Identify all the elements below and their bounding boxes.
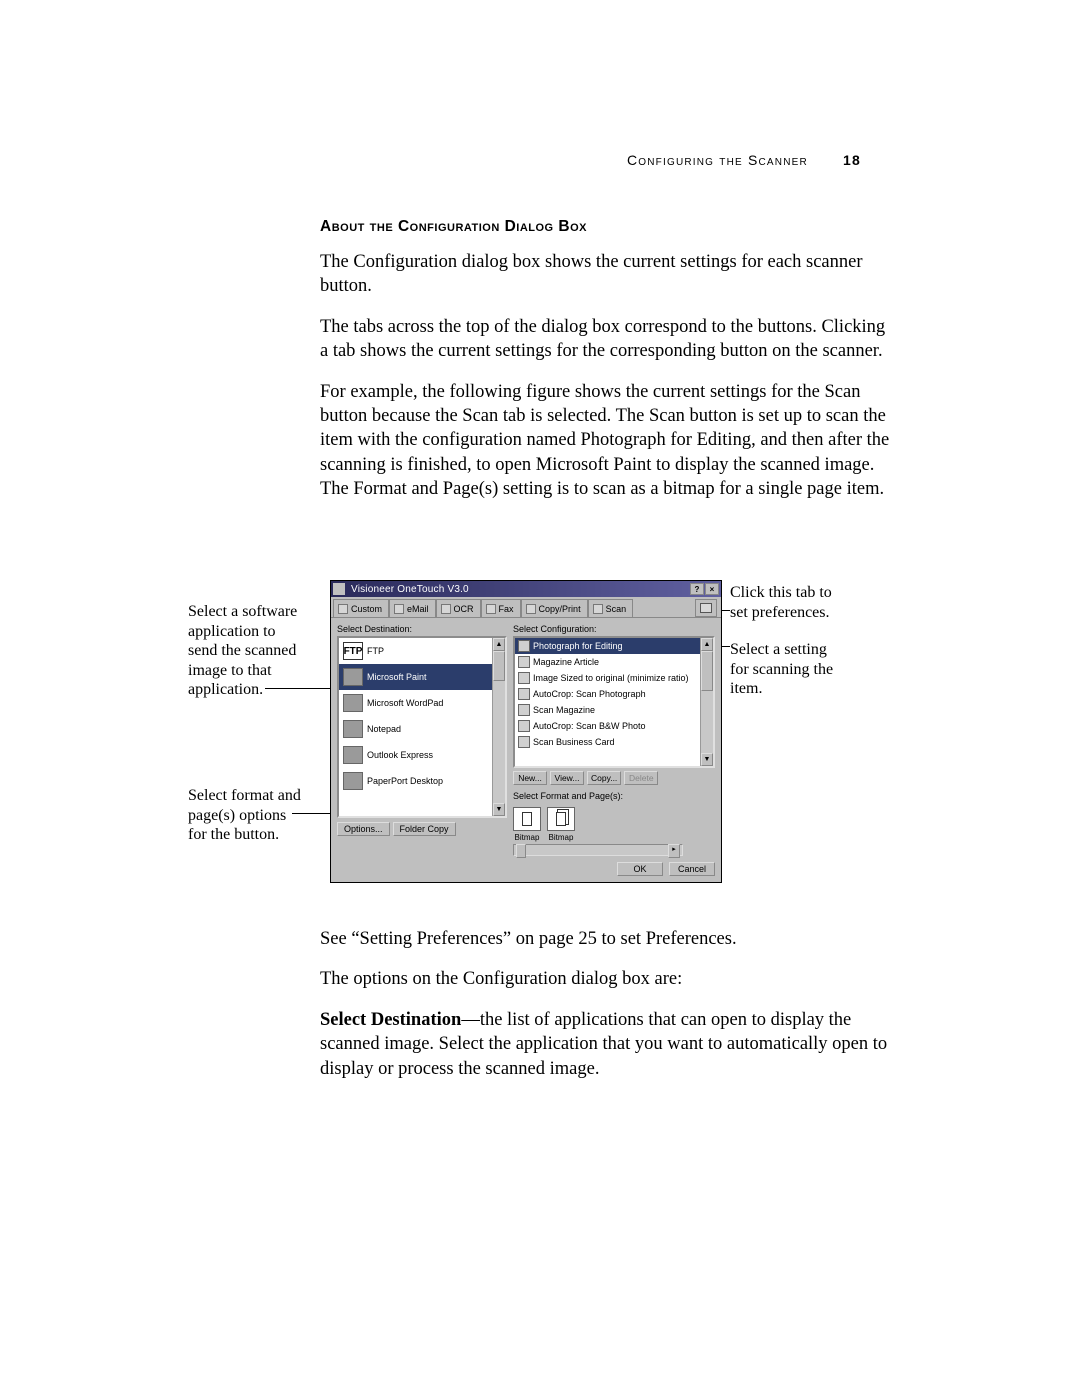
close-button[interactable]: × — [705, 583, 719, 595]
config-icon — [518, 640, 530, 652]
list-item[interactable]: Scan Business Card — [515, 734, 713, 750]
section-heading: About the Configuration Dialog Box — [320, 218, 890, 236]
new-button[interactable]: New... — [513, 771, 547, 785]
slider-thumb[interactable] — [516, 844, 526, 858]
paragraph-2: The tabs across the top of the dialog bo… — [320, 315, 890, 364]
mspaint-icon — [343, 668, 363, 686]
destination-label: Select Destination: — [337, 624, 507, 634]
list-item[interactable]: Image Sized to original (minimize ratio) — [515, 670, 713, 686]
foldercopy-button[interactable]: Folder Copy — [393, 822, 456, 836]
email-icon — [394, 604, 404, 614]
running-title: Configuring the Scanner — [627, 152, 808, 168]
format-option-multi[interactable]: Bitmap — [547, 807, 575, 842]
multi-page-icon — [547, 807, 575, 831]
config-icon — [518, 736, 530, 748]
scrollbar-thumb[interactable] — [701, 651, 713, 691]
preferences-button[interactable] — [695, 599, 717, 617]
config-icon — [518, 688, 530, 700]
callout-configuration: Select a setting for scanning the item. — [730, 640, 840, 699]
tab-ocr[interactable]: OCR — [436, 599, 481, 617]
list-item[interactable]: AutoCrop: Scan Photograph — [515, 686, 713, 702]
tab-bar: Custom eMail OCR Fax Copy/Print Scan — [331, 597, 721, 618]
configuration-label: Select Configuration: — [513, 624, 715, 634]
scroll-up-icon[interactable]: ▲ — [493, 638, 505, 651]
callout-destination: Select a software application to send th… — [188, 602, 306, 700]
tab-custom[interactable]: Custom — [333, 599, 389, 617]
fax-icon — [486, 604, 496, 614]
list-item[interactable]: Magazine Article — [515, 654, 713, 670]
cancel-button[interactable]: Cancel — [669, 862, 715, 876]
scrollbar[interactable]: ▲ ▼ — [492, 638, 505, 816]
config-icon — [518, 656, 530, 668]
scroll-down-icon[interactable]: ▼ — [493, 803, 505, 816]
options-button[interactable]: Options... — [337, 822, 390, 836]
list-item[interactable]: AutoCrop: Scan B&W Photo — [515, 718, 713, 734]
page-slider[interactable]: ▸ — [513, 844, 683, 856]
scroll-down-icon[interactable]: ▼ — [701, 753, 713, 766]
list-item[interactable]: PaperPort Desktop — [339, 768, 505, 794]
scrollbar[interactable]: ▲ ▼ — [700, 638, 713, 766]
format-option-single[interactable]: Bitmap — [513, 807, 541, 842]
term-select-destination: Select Destination — [320, 1010, 461, 1030]
ftp-icon: FTP — [343, 642, 363, 660]
copy-button[interactable]: Copy... — [587, 771, 621, 785]
page-number: 18 — [843, 152, 861, 168]
stepper-icon[interactable]: ▸ — [668, 844, 680, 858]
preferences-icon — [700, 603, 712, 613]
config-icon — [518, 704, 530, 716]
running-header: Configuring the Scanner 18 — [627, 152, 861, 168]
paragraph-4: See “Setting Preferences” on page 25 to … — [320, 927, 890, 951]
paragraph-5: The options on the Configuration dialog … — [320, 967, 890, 991]
list-item[interactable]: Notepad — [339, 716, 505, 742]
wordpad-icon — [343, 694, 363, 712]
scroll-up-icon[interactable]: ▲ — [701, 638, 713, 651]
configuration-list[interactable]: Photograph for Editing Magazine Article … — [513, 636, 715, 768]
ocr-icon — [441, 604, 451, 614]
delete-button[interactable]: Delete — [624, 771, 658, 785]
configuration-dialog: Visioneer OneTouch V3.0 ? × Custom eMail… — [330, 580, 722, 883]
paragraph-6: Select Destination—the list of applicati… — [320, 1008, 890, 1081]
callout-preferences: Click this tab to set preferences. — [730, 583, 835, 622]
single-page-icon — [513, 807, 541, 831]
list-item[interactable]: Photograph for Editing — [515, 638, 713, 654]
list-item[interactable]: Outlook Express — [339, 742, 505, 768]
tab-copyprint[interactable]: Copy/Print — [521, 599, 588, 617]
window-title: Visioneer OneTouch V3.0 — [347, 584, 689, 595]
tab-scan[interactable]: Scan — [588, 599, 634, 617]
config-icon — [518, 720, 530, 732]
format-label: Select Format and Page(s): — [513, 791, 715, 801]
app-icon — [333, 583, 345, 595]
destination-list[interactable]: FTPFTP Microsoft Paint Microsoft WordPad… — [337, 636, 507, 818]
callout-line — [265, 688, 337, 689]
paperport-icon — [343, 772, 363, 790]
print-icon — [526, 604, 536, 614]
outlook-icon — [343, 746, 363, 764]
paragraph-3: For example, the following figure shows … — [320, 380, 890, 502]
scrollbar-thumb[interactable] — [493, 651, 505, 681]
list-item[interactable]: Microsoft WordPad — [339, 690, 505, 716]
list-item[interactable]: Microsoft Paint — [339, 664, 505, 690]
titlebar[interactable]: Visioneer OneTouch V3.0 ? × — [331, 581, 721, 597]
list-item[interactable]: Scan Magazine — [515, 702, 713, 718]
notepad-icon — [343, 720, 363, 738]
callout-format: Select format and page(s) options for th… — [188, 786, 306, 845]
scan-icon — [593, 604, 603, 614]
ok-button[interactable]: OK — [617, 862, 663, 876]
tab-fax[interactable]: Fax — [481, 599, 521, 617]
view-button[interactable]: View... — [550, 771, 584, 785]
config-icon — [518, 672, 530, 684]
help-button[interactable]: ? — [690, 583, 704, 595]
tab-email[interactable]: eMail — [389, 599, 436, 617]
custom-icon — [338, 604, 348, 614]
paragraph-1: The Configuration dialog box shows the c… — [320, 250, 890, 299]
list-item[interactable]: FTPFTP — [339, 638, 505, 664]
